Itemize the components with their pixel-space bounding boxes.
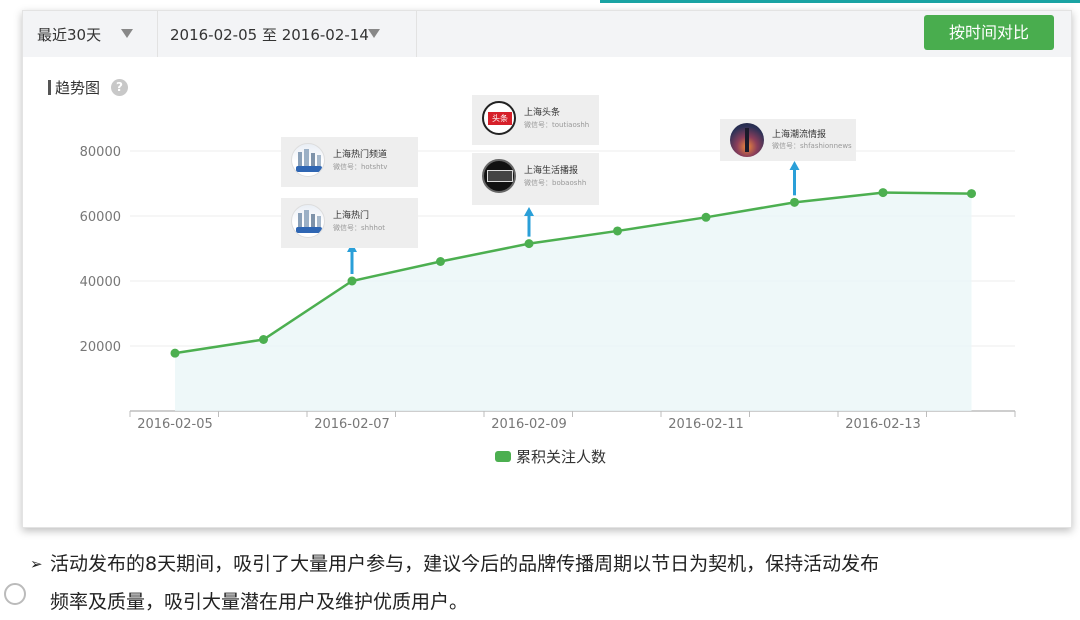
callout-account-name: 上海热门频道 <box>333 150 388 160</box>
data-point <box>790 197 799 207</box>
city-skyline-avatar-icon <box>291 204 325 238</box>
data-point <box>436 257 445 266</box>
annotation-arrow-head <box>789 161 800 170</box>
legend-swatch <box>495 451 511 462</box>
data-point <box>259 335 268 344</box>
callout-shhot: 上海热门 微信号：shhhot <box>281 198 418 248</box>
toutiao-badge: 头条 <box>488 112 512 125</box>
callout-account-id: 微信号：shfashionnews <box>772 142 852 150</box>
y-tick-label: 40000 <box>80 275 121 290</box>
callout-account-name: 上海生活播报 <box>524 166 579 176</box>
callout-fashion: 上海潮流情报 微信号：shfashionnews <box>720 119 856 161</box>
x-tick-label: 2016-02-11 <box>668 417 744 432</box>
x-tick-label: 2016-02-07 <box>314 417 390 432</box>
bullet-arrow-icon: ➢ <box>30 555 43 573</box>
data-point <box>878 188 888 198</box>
x-tick-label: 2016-02-05 <box>137 417 213 432</box>
callout-account-id: 微信号：toutiaoshh <box>524 121 590 129</box>
y-tick-label: 20000 <box>80 340 121 355</box>
fashion-city-avatar-icon <box>730 123 764 157</box>
callout-hotshtv: 上海热门频道 微信号：hotshtv <box>281 137 418 187</box>
trend-chart: 20000 40000 60000 80000 2016-02-05 2016-02-07… <box>80 145 1016 432</box>
callout-account-name: 上海头条 <box>524 108 561 118</box>
watermark-logo-icon <box>4 583 26 605</box>
toutiao-logo-avatar-icon: 头条 <box>482 101 516 135</box>
x-tick-label: 2016-02-13 <box>845 417 921 432</box>
city-skyline-avatar-icon <box>291 143 325 177</box>
trend-panel: 最近30天 2016-02-05 至 2016-02-14 按时间对比 趋势图 … <box>22 10 1072 528</box>
callout-account-name: 上海潮流情报 <box>772 130 827 140</box>
data-point <box>524 239 534 249</box>
data-point <box>170 348 180 358</box>
legend-label: 累积关注人数 <box>516 448 607 466</box>
top-accent-line <box>600 0 1080 3</box>
y-tick-label: 80000 <box>80 145 121 160</box>
callout-account-id: 微信号：shhhot <box>333 224 385 232</box>
y-tick-label: 60000 <box>80 210 121 225</box>
note-line-2: 频率及质量，吸引大量潜在用户及维护优质用户。 <box>50 591 469 613</box>
x-tick-label: 2016-02-09 <box>491 417 567 432</box>
data-point <box>967 189 976 199</box>
callout-toutiao: 头条 上海头条 微信号：toutiaoshh <box>472 95 599 145</box>
data-point <box>613 226 622 236</box>
data-point <box>701 212 711 222</box>
callout-account-id: 微信号：hotshtv <box>333 163 388 171</box>
callout-bobaoshh: 上海生活播报 微信号：bobaoshh <box>472 153 599 205</box>
callout-account-id: 微信号：bobaoshh <box>524 179 587 187</box>
annotation-arrow-head <box>524 207 534 216</box>
callout-account-name: 上海热门 <box>333 211 370 221</box>
chart-legend[interactable]: 累积关注人数 <box>495 446 606 467</box>
life-news-avatar-icon <box>482 159 516 193</box>
data-point <box>347 276 357 286</box>
note-line-1: 活动发布的8天期间，吸引了大量用户参与，建议今后的品牌传播周期以节日为契机，保持… <box>50 553 880 575</box>
